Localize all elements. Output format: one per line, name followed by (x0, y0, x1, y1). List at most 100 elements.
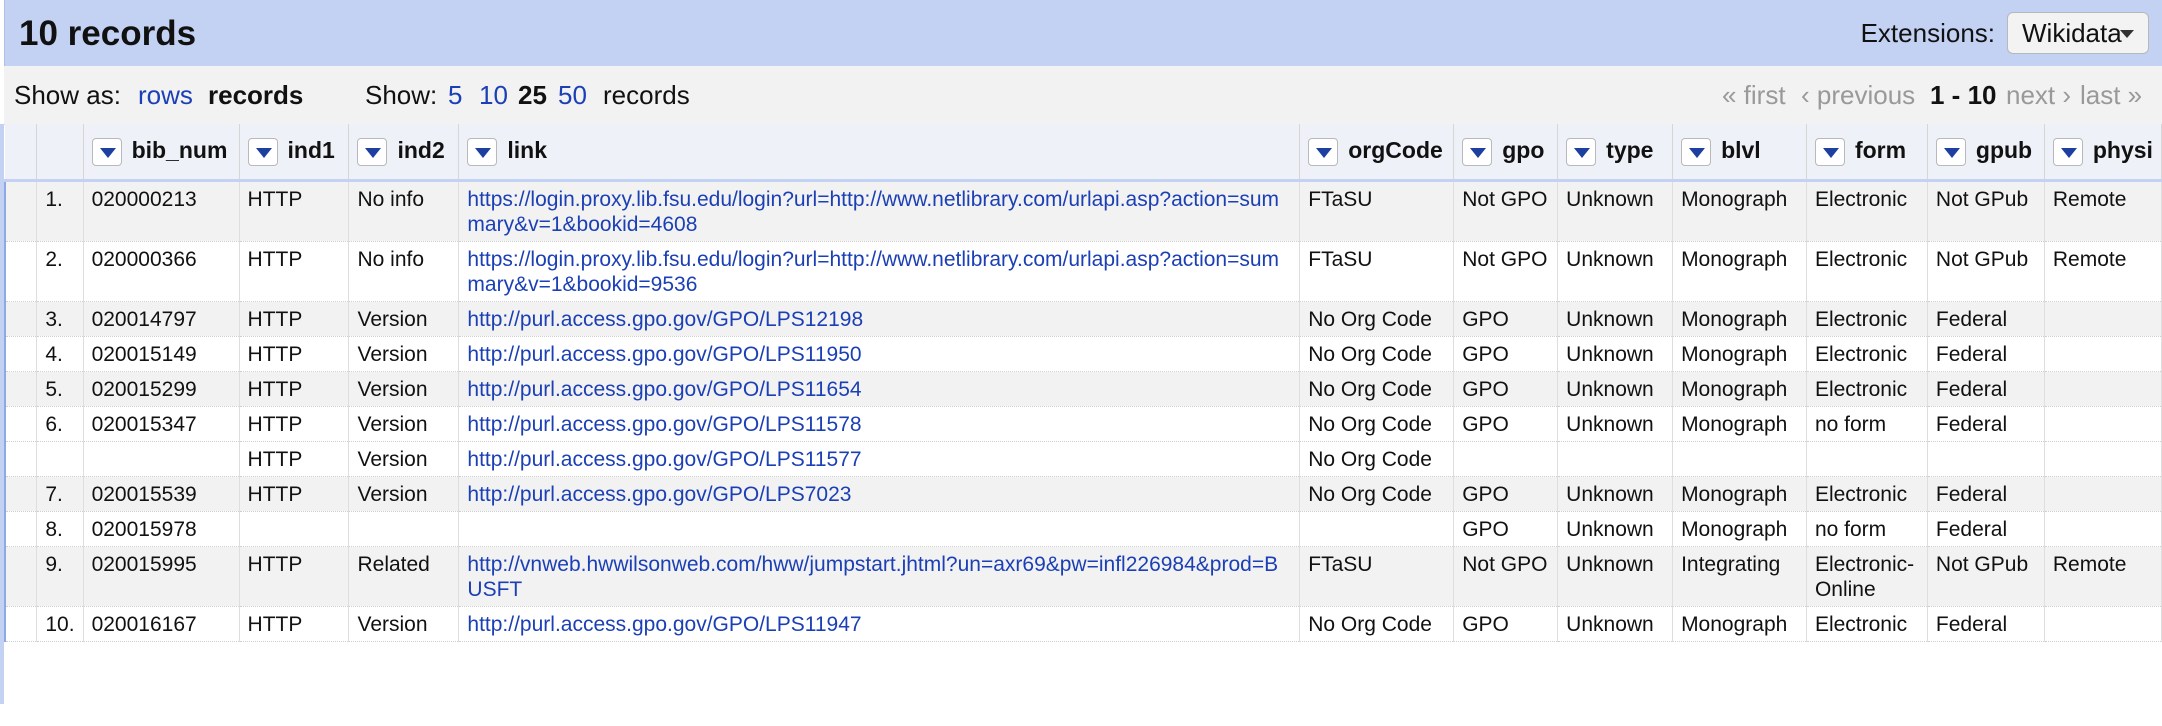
column-header-physi[interactable]: physi (2044, 124, 2162, 182)
link-cell[interactable]: http://purl.access.gpo.gov/GPO/LPS11577 (458, 441, 1301, 477)
orgcode-cell: No Org Code (1299, 441, 1455, 477)
gpub-cell: Federal (1927, 476, 2045, 512)
link-cell[interactable]: http://purl.access.gpo.gov/GPO/LPS11654 (458, 371, 1301, 407)
type-cell: Unknown (1557, 511, 1674, 547)
link-cell[interactable]: http://purl.access.gpo.gov/GPO/LPS11947 (458, 606, 1301, 642)
link-cell[interactable]: http://vnweb.hwwilsonweb.com/hww/jumpsta… (458, 546, 1301, 607)
bib-num-cell: 020015978 (83, 511, 240, 547)
gpub-cell: Federal (1927, 336, 2045, 372)
link-cell[interactable]: https://login.proxy.lib.fsu.edu/login?ur… (458, 241, 1301, 302)
column-menu-icon[interactable] (247, 137, 278, 166)
column-header-bib-num[interactable]: bib_num (83, 124, 240, 182)
row-star-toggle[interactable] (4, 511, 38, 547)
table-row: 4. 020015149 HTTP Version http://purl.access… (4, 336, 2162, 372)
type-cell: Unknown (1557, 371, 1674, 407)
row-star-toggle[interactable] (4, 441, 38, 477)
gpo-cell (1453, 441, 1559, 477)
show-as-label: Show as: (14, 80, 121, 110)
ind2-cell: No info (348, 241, 460, 302)
gpub-cell: Federal (1927, 371, 2045, 407)
row-index (36, 441, 84, 477)
blvl-cell: Monograph (1672, 476, 1807, 512)
ind2-cell (348, 511, 460, 547)
form-cell: Electronic (1806, 336, 1928, 372)
first-page-link[interactable]: « first (1722, 80, 1786, 111)
gpo-cell: Not GPO (1453, 546, 1559, 607)
column-label: gpo (1502, 136, 1545, 163)
blvl-cell: Monograph (1672, 180, 1807, 242)
link-cell (458, 511, 1301, 547)
column-header-gpo[interactable]: gpo (1453, 124, 1559, 182)
show-as-rows-link[interactable]: rows (138, 80, 193, 111)
row-star-toggle[interactable] (4, 301, 38, 337)
column-header-blvl[interactable]: blvl (1672, 124, 1807, 182)
column-header-link[interactable]: link (458, 124, 1301, 182)
column-header-type[interactable]: type (1557, 124, 1674, 182)
row-index: 5. (36, 371, 84, 407)
link-cell[interactable]: http://purl.access.gpo.gov/GPO/LPS11578 (458, 406, 1301, 442)
column-label: blvl (1721, 136, 1761, 163)
ind1-cell: HTTP (239, 336, 350, 372)
ind1-cell: HTTP (239, 441, 350, 477)
row-star-toggle[interactable] (4, 336, 38, 372)
link-cell[interactable]: http://purl.access.gpo.gov/GPO/LPS11950 (458, 336, 1301, 372)
bib-num-cell: 020016167 (83, 606, 240, 642)
row-star-toggle[interactable] (4, 606, 38, 642)
row-index: 10. (36, 606, 84, 642)
column-menu-icon[interactable] (2052, 137, 2083, 166)
show-as-records-current: records (208, 80, 304, 110)
column-menu-icon[interactable] (1935, 137, 1966, 166)
row-index: 1. (36, 180, 84, 242)
previous-page-link[interactable]: ‹ previous (1801, 80, 1915, 111)
page-range: 1 - 10 (1930, 80, 1997, 110)
column-header-ind1[interactable]: ind1 (239, 124, 350, 182)
star-column-header (5, 124, 38, 182)
column-label: form (1854, 136, 1907, 163)
last-page-link[interactable]: last » (2080, 80, 2142, 111)
column-menu-icon[interactable] (357, 137, 388, 166)
row-star-toggle[interactable] (4, 406, 38, 442)
row-index: 6. (36, 406, 84, 442)
gpub-cell: Not GPub (1927, 180, 2045, 242)
column-header-gpub[interactable]: gpub (1927, 124, 2045, 182)
ind2-cell: Version (348, 406, 460, 442)
ind1-cell: HTTP (239, 371, 350, 407)
extensions-button-label: Wikidata (2022, 18, 2122, 48)
column-menu-icon[interactable] (91, 137, 122, 166)
column-menu-icon[interactable] (1814, 137, 1845, 166)
column-menu-icon[interactable] (1462, 137, 1493, 166)
link-cell[interactable]: http://purl.access.gpo.gov/GPO/LPS12198 (458, 301, 1301, 337)
link-cell[interactable]: http://purl.access.gpo.gov/GPO/LPS7023 (458, 476, 1301, 512)
column-header-form[interactable]: form (1806, 124, 1928, 182)
column-menu-icon[interactable] (467, 137, 498, 166)
table-row: 9. 020015995 HTTP Related http://vnweb.hwwil… (4, 546, 2162, 607)
extensions-label: Extensions: (1860, 18, 1995, 48)
gpub-cell: Federal (1927, 301, 2045, 337)
row-star-toggle[interactable] (4, 241, 38, 302)
physi-cell: Remote (2044, 546, 2162, 607)
physi-cell (2044, 301, 2162, 337)
next-page-link[interactable]: next › (2006, 80, 2071, 111)
row-star-toggle[interactable] (4, 476, 38, 512)
bib-num-cell: 020015299 (83, 371, 240, 407)
column-header-ind2[interactable]: ind2 (348, 124, 460, 182)
column-header-orgcode[interactable]: orgCode (1299, 124, 1455, 182)
page-size-10-link[interactable]: 10 (479, 80, 508, 111)
row-star-toggle[interactable] (4, 180, 38, 242)
gpub-cell (1927, 441, 2045, 477)
link-cell[interactable]: https://login.proxy.lib.fsu.edu/login?ur… (458, 180, 1301, 242)
form-cell: Electronic (1806, 180, 1928, 242)
column-menu-icon[interactable] (1681, 137, 1712, 166)
type-cell: Unknown (1557, 406, 1674, 442)
view-toolbar: Show as: rows records Show: 5 10 25 50 r… (4, 66, 2162, 125)
row-star-toggle[interactable] (4, 546, 38, 607)
column-menu-icon[interactable] (1308, 137, 1339, 166)
page-size-50-link[interactable]: 50 (558, 80, 587, 111)
gpo-cell: GPO (1453, 511, 1559, 547)
row-star-toggle[interactable] (4, 371, 38, 407)
physi-cell: Remote (2044, 180, 2162, 242)
extensions-dropdown-button[interactable]: Wikidata (2007, 12, 2149, 54)
page-size-5-link[interactable]: 5 (448, 80, 462, 111)
column-menu-icon[interactable] (1566, 137, 1597, 166)
ind2-cell: Version (348, 371, 460, 407)
